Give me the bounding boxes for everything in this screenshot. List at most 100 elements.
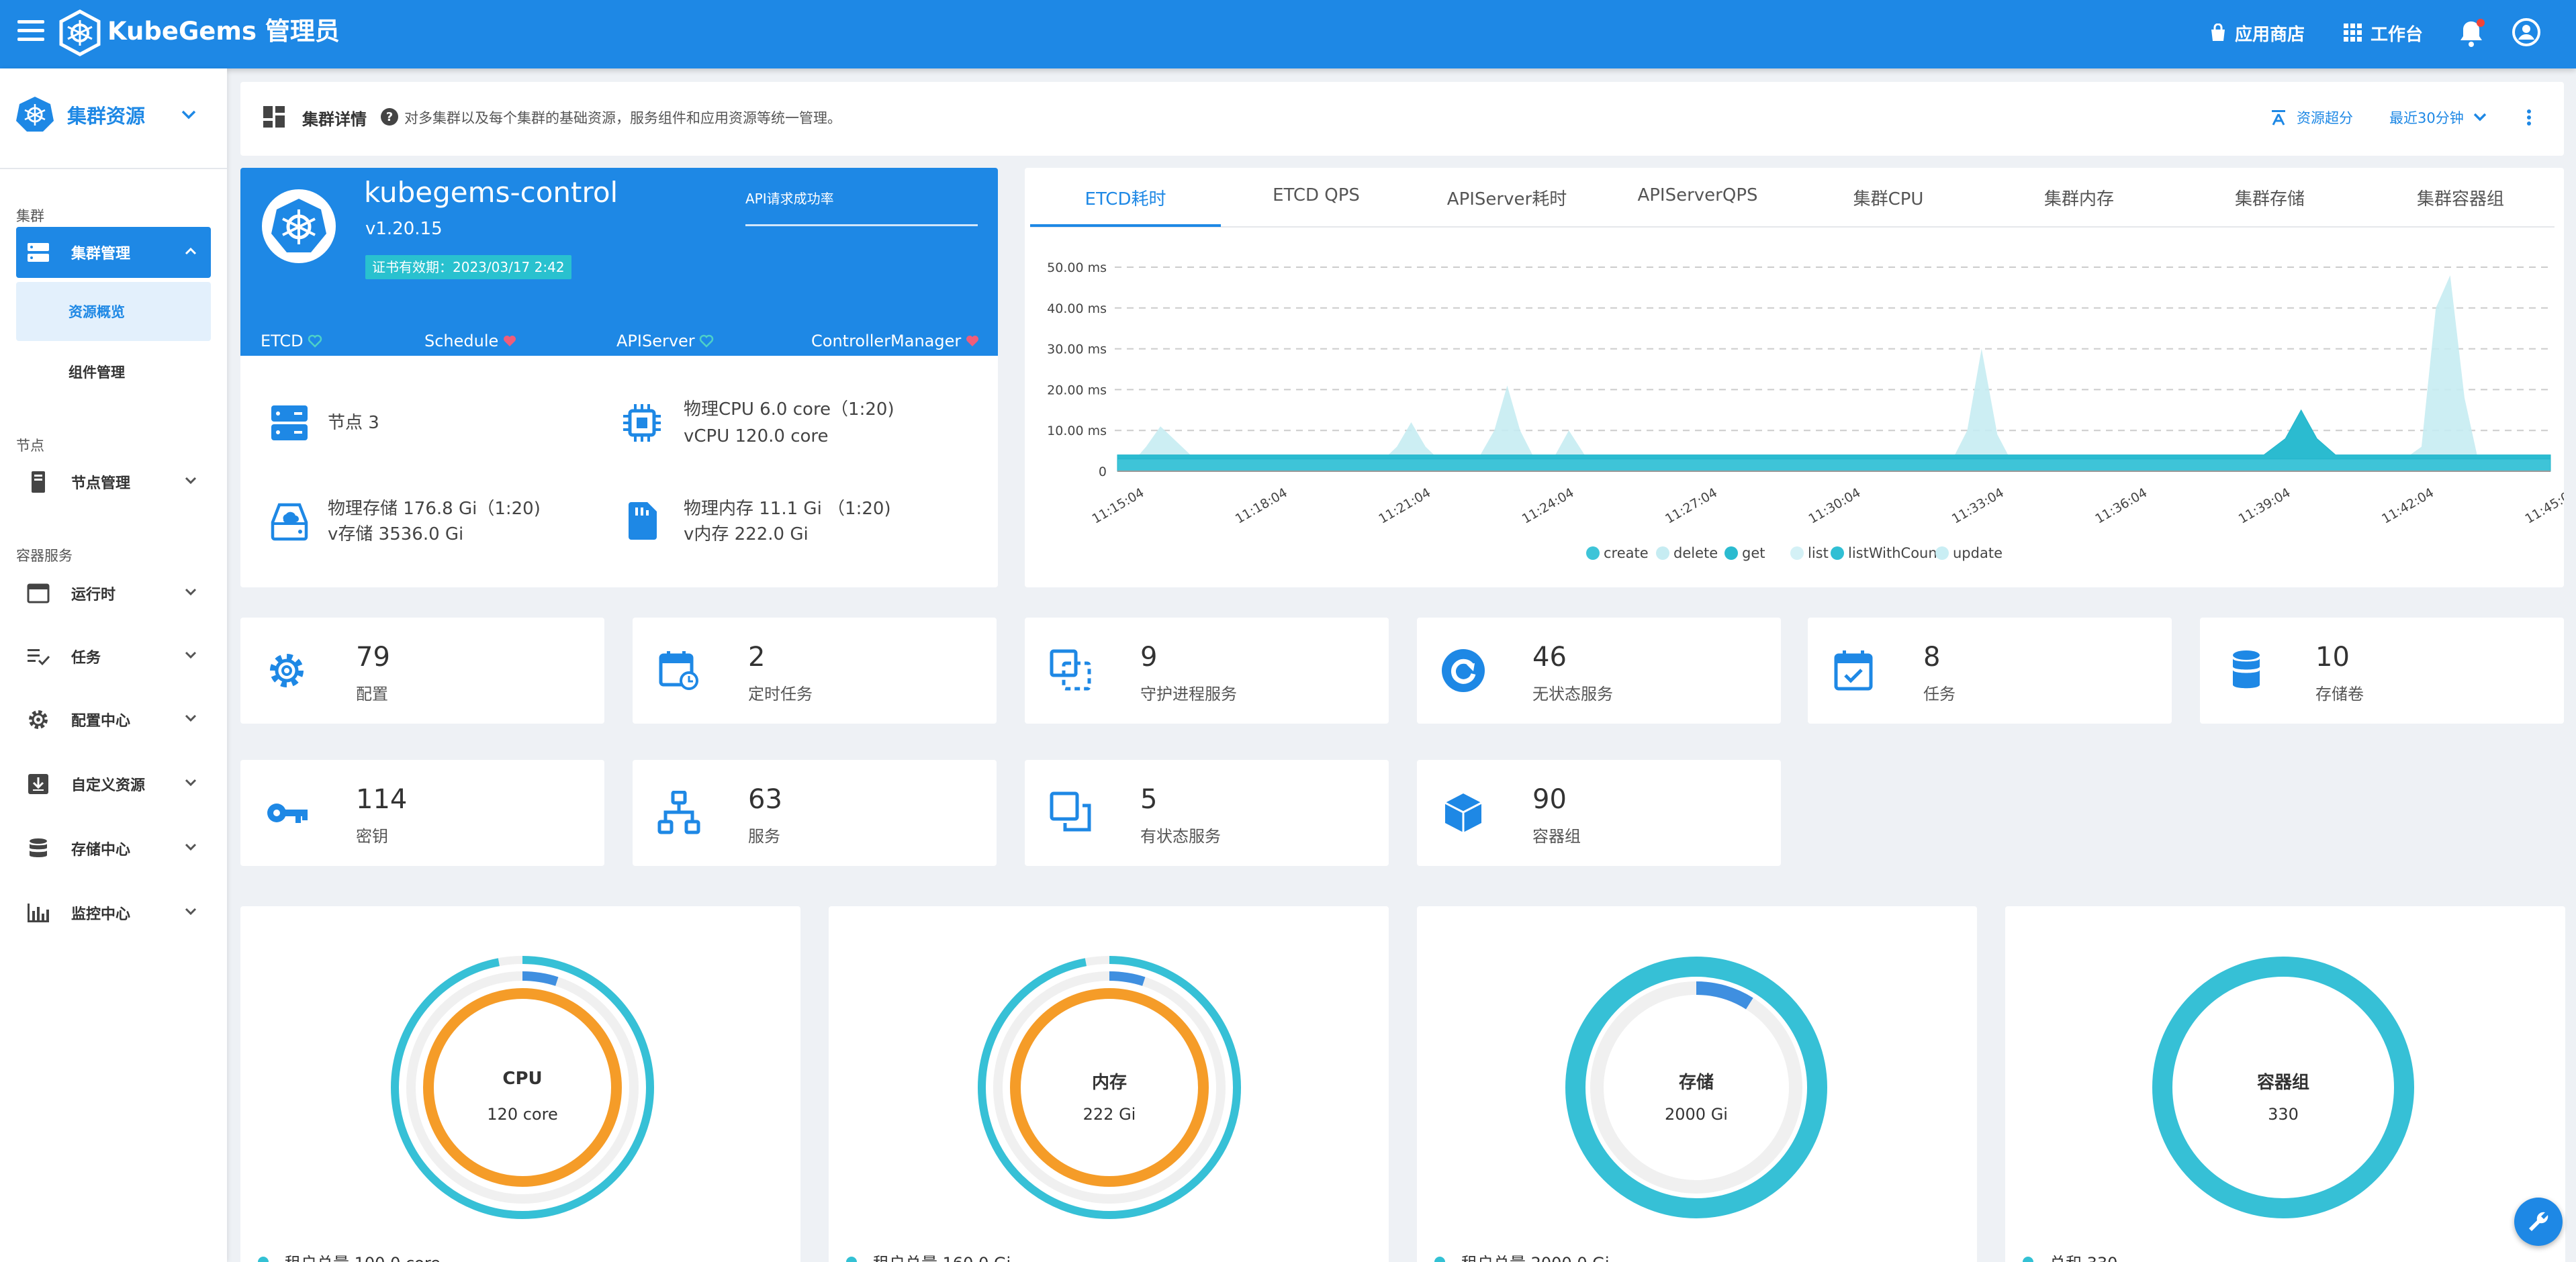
gauge-title: 存储 [1678,1073,1714,1093]
sidebar-item-config-center[interactable]: 配置中心 [16,694,211,745]
x-tick-label: 11:39:04 [2236,485,2293,524]
storage-cloud-icon [270,502,309,541]
tab-cluster-cpu[interactable]: 集群CPU [1793,185,1984,210]
heart-filled-icon [504,336,516,346]
sidebar-group-node: 节点 [16,438,44,454]
component-name: APIServer [616,332,695,350]
gauge-title: CPU [502,1069,543,1089]
more-vert-icon[interactable] [2526,109,2532,126]
stat-value: 10 [2315,642,2350,673]
download-box-icon [26,771,51,797]
x-tick-label: 11:36:04 [2092,485,2150,524]
stat-value: 5 [1140,784,1158,815]
cluster-logo-icon [262,189,336,263]
legend-item-listWithCount[interactable]: listWithCount [1831,545,1943,561]
stat-card-gear[interactable]: 79 配置 [240,618,604,724]
component-name: Schedule [424,332,499,350]
legend-label: delete [1673,545,1718,561]
stat-card-copy-dashed[interactable]: 9 守护进程服务 [1025,618,1389,724]
sidebar-item-label: 配置中心 [71,713,131,730]
legend-label: listWithCount [1848,545,1943,561]
app-store-label: 应用商店 [2235,24,2305,45]
y-tick-label: 50.00 ms [1047,260,1107,275]
nodes-count: 节点 3 [328,413,379,433]
component-name: ControllerManager [811,332,962,350]
account-icon[interactable] [2512,17,2541,47]
help-circle-icon[interactable]: ? [380,107,399,126]
app-store-link[interactable]: 应用商店 [2209,16,2305,50]
tab-etcd-latency[interactable]: ETCD耗时 [1030,185,1221,210]
page-title: 集群详情 [302,110,367,129]
chevron-down-icon[interactable] [181,110,196,119]
sidebar-item-tasks[interactable]: 任务 [16,631,211,682]
stat-card-calendar-clock[interactable]: 2 定时任务 [633,618,997,724]
sidebar-item-runtime[interactable]: 运行时 [16,568,211,619]
resource-oversell-button[interactable]: 资源超分 [2270,107,2353,128]
top-app-bar [0,0,2576,68]
api-success-label: API请求成功率 [745,191,834,207]
sidebar-item-monitoring-center[interactable]: 监控中心 [16,887,211,938]
stat-value: 90 [1532,784,1567,815]
memory-physical: 物理内存 11.1 Gi （1:20) [684,499,891,519]
stat-card-refresh-circle[interactable]: 46 无状态服务 [1417,618,1781,724]
stat-card-copy[interactable]: 5 有状态服务 [1025,760,1389,866]
tab-divider [1030,226,2555,228]
x-tick-label: 11:33:04 [1949,485,2007,524]
sidebar-subitem-component-mgmt[interactable]: 组件管理 [16,342,211,401]
tab-etcd-qps[interactable]: ETCD QPS [1221,185,1412,205]
legend-dot [1656,546,1669,560]
stat-card-calendar-check[interactable]: 8 任务 [1808,618,2172,724]
memory-virtual: v内存 222.0 Gi [684,524,809,544]
storage-physical: 物理存储 176.8 Gi（1:20) [328,499,541,519]
sidebar-group-cluster: 集群 [16,208,44,224]
stat-card-cube[interactable]: 90 容器组 [1417,760,1781,866]
kubernetes-icon [16,95,54,133]
chevron-down-icon [185,588,197,596]
legend-item-create[interactable]: create [1586,545,1649,561]
menu-icon[interactable] [17,20,44,42]
sidebar-item-storage-center[interactable]: 存储中心 [16,823,211,874]
tab-apiserver-qps[interactable]: APIServerQPS [1602,185,1793,205]
sidebar-item-cluster-mgmt[interactable]: 集群管理 [16,227,211,278]
stat-card-key[interactable]: 114 密钥 [240,760,604,866]
legend-item-get[interactable]: get [1724,545,1765,561]
sidebar-item-node-mgmt[interactable]: 节点管理 [16,456,211,507]
sidebar-item-label: 运行时 [71,587,116,603]
calendar-check-icon [1832,648,1876,693]
component-apiserver: APIServer [616,332,714,350]
grid-icon [2344,23,2362,42]
tab-apiserver-latency[interactable]: APIServer耗时 [1412,185,1602,210]
tab-cluster-storage[interactable]: 集群存储 [2174,185,2365,210]
cluster-resources [240,356,998,587]
heart-outline-icon [699,334,713,348]
stat-card-sitemap[interactable]: 63 服务 [633,760,997,866]
svg-text:?: ? [386,110,393,124]
legend-dot [846,1256,857,1262]
chevron-down-icon [185,714,197,722]
gauge-footer-label: 租户总量 2000.0 Gi [1461,1250,1610,1262]
storage-virtual: v存储 3536.0 Gi [328,524,464,544]
sitemap-icon [657,791,701,835]
stat-card-database[interactable]: 10 存储卷 [2200,618,2564,724]
chevron-down-icon [185,779,197,787]
bell-icon[interactable] [2458,19,2485,48]
component-name: ETCD [261,332,304,350]
x-tick-label: 11:45:04 [2523,485,2564,524]
legend-item-update[interactable]: update [1935,545,2003,561]
stat-value: 9 [1140,642,1158,673]
tab-cluster-memory[interactable]: 集群内存 [1984,185,2174,210]
sidebar-item-label: 监控中心 [71,906,131,923]
time-range-select[interactable]: 最近30分钟 [2389,107,2487,128]
legend-item-list[interactable]: list [1790,545,1829,561]
legend-item-delete[interactable]: delete [1656,545,1718,561]
gauge-title: 容器组 [2256,1073,2309,1093]
sidebar-subitem-resource-overview[interactable]: 资源概览 [16,282,211,341]
database-icon [26,836,51,861]
legend-dot [1724,546,1738,560]
sidebar-item-custom-resources[interactable]: 自定义资源 [16,759,211,810]
settings-fab[interactable] [2514,1198,2563,1246]
tab-cluster-pods[interactable]: 集群容器组 [2365,185,2556,210]
workspace-link[interactable]: 工作台 [2344,16,2423,50]
cluster-info-card [240,168,998,356]
x-tick-label: 11:24:04 [1520,485,1577,524]
